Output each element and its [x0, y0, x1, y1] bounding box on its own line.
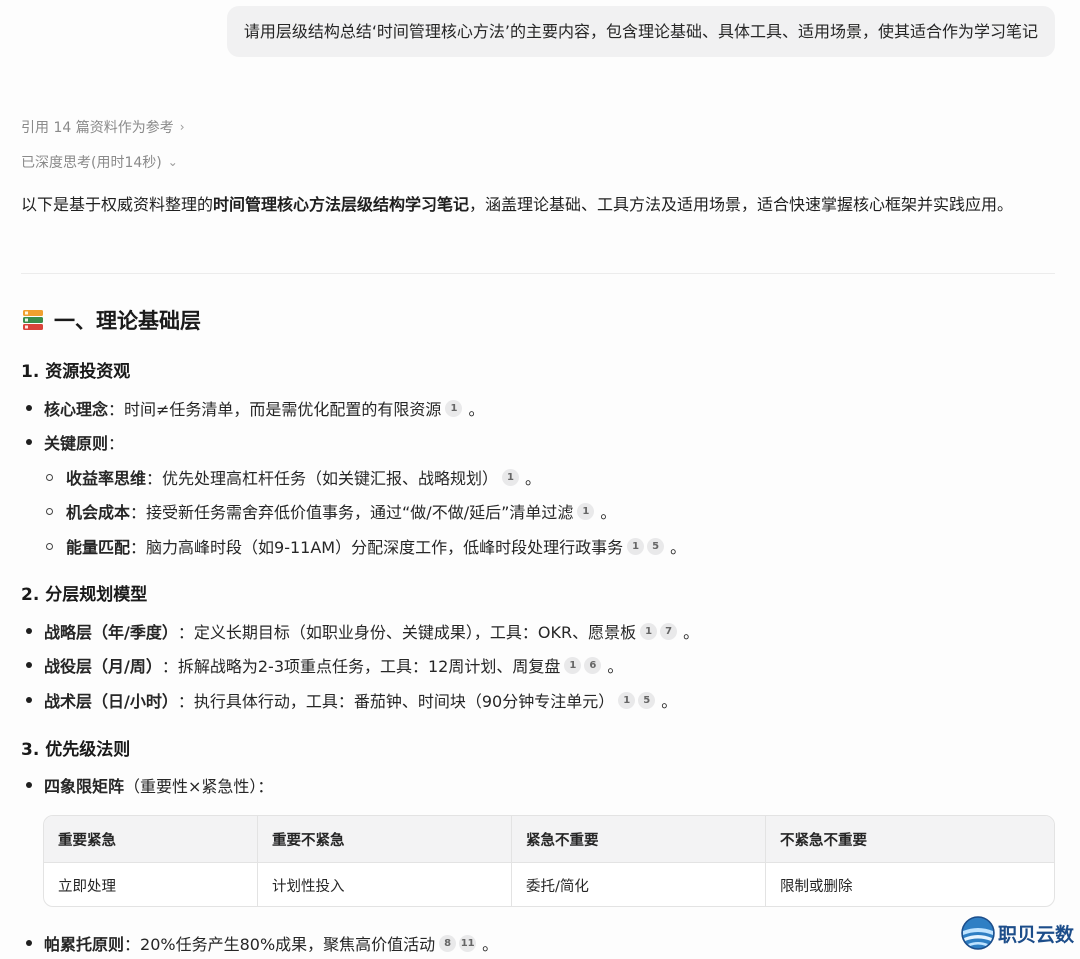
- bullet: [26, 782, 32, 788]
- item-text: ：接受新任务需舍弃低价值事务，通过“做/不做/延后”清单过滤: [130, 503, 574, 522]
- list-item: 战术层（日/小时） ：执行具体行动，工具：番茄钟、时间块（90分钟专注单元） 1…: [26, 688, 677, 712]
- chat-page: 请用层级结构总结‘时间管理核心方法’的主要内容，包含理论基础、具体工具、适用场景…: [0, 0, 1080, 959]
- item-text: ：优先处理高杠杆任务（如关键汇报、战略规划）: [146, 469, 499, 488]
- list-item: 机会成本 ：接受新任务需舍弃低价值事务，通过“做/不做/延后”清单过滤 1 。: [46, 499, 616, 523]
- books-icon: [23, 310, 43, 330]
- table-header-cell: 重要紧急: [44, 816, 258, 862]
- intro-text: 以下是基于权威资料整理的: [21, 195, 214, 214]
- item-end: 。: [670, 538, 687, 557]
- citation-badge[interactable]: 1: [564, 656, 582, 674]
- watermark-logo: 职贝云数: [960, 915, 1074, 951]
- bullet: [46, 542, 53, 550]
- item-label: 战略层（年/季度）: [44, 623, 178, 642]
- item-text: ：脑力高峰时段（如9-11AM）分配深度工作，低峰时段处理行政事务: [130, 538, 624, 557]
- table-cell: 计划性投入: [258, 863, 512, 906]
- citation-badge[interactable]: 1: [577, 502, 595, 520]
- citation-badge[interactable]: 6: [584, 656, 602, 674]
- list-item: 帕累托原则 ：20%任务产生80%成果，聚焦高价值活动 8 11 。: [26, 931, 498, 955]
- intro-paragraph: 以下是基于权威资料整理的时间管理核心方法层级结构学习笔记，涵盖理论基础、工具方法…: [21, 189, 1061, 220]
- bullet: [26, 439, 32, 445]
- citation-badge[interactable]: 1: [627, 537, 645, 555]
- table-cell: 限制或删除: [780, 879, 853, 895]
- table-row: 立即处理 计划性投入 委托/简化 限制或删除: [44, 862, 1054, 906]
- bullet: [26, 697, 32, 703]
- list-item: 关键原则 ：: [26, 430, 124, 454]
- subsection-title: 3. 优先级法则: [21, 740, 131, 760]
- item-text: ：定义长期目标（如职业身份、关键成果），工具：OKR、愿景板: [177, 623, 637, 642]
- table-header-cell: 不紧急不重要: [780, 832, 867, 849]
- references-toggle[interactable]: 引用 14 篇资料作为参考 ›: [21, 117, 185, 137]
- citation-badge[interactable]: 11: [459, 934, 477, 952]
- item-label: 能量匹配: [66, 538, 131, 557]
- subsection-title: 2. 分层规划模型: [21, 585, 148, 605]
- item-text: ：20%任务产生80%成果，聚焦高价值活动: [124, 935, 436, 954]
- item-label: 关键原则: [44, 434, 109, 453]
- list-item: 战略层（年/季度） ：定义长期目标（如职业身份、关键成果），工具：OKR、愿景板…: [26, 619, 699, 643]
- watermark-text: 职贝云数: [997, 923, 1074, 946]
- item-text: （重要性×紧急性）：: [124, 777, 274, 796]
- list-item: 能量匹配 ：脑力高峰时段（如9-11AM）分配深度工作，低峰时段处理行政事务 1…: [46, 534, 686, 558]
- bullet: [46, 473, 53, 481]
- citation-badge[interactable]: 1: [640, 622, 658, 640]
- citation-badge[interactable]: 8: [439, 934, 457, 952]
- item-label: 机会成本: [66, 503, 131, 522]
- item-end: 。: [607, 657, 624, 676]
- item-text: ：执行具体行动，工具：番茄钟、时间块（90分钟专注单元）: [177, 692, 615, 711]
- subsection-title: 1. 资源投资观: [21, 362, 131, 382]
- references-label: 引用 14 篇资料作为参考: [21, 120, 174, 136]
- item-label: 四象限矩阵: [44, 777, 125, 796]
- citation-badge[interactable]: 5: [647, 537, 665, 555]
- chevron-down-icon: ⌄: [167, 155, 178, 169]
- item-end: 。: [661, 692, 678, 711]
- bullet: [26, 405, 32, 411]
- item-end: 。: [468, 400, 485, 419]
- intro-bold: 时间管理核心方法层级结构学习笔记: [213, 195, 470, 214]
- item-label: 帕累托原则: [44, 935, 125, 954]
- deep-think-label: 已深度思考(用时14秒): [21, 155, 162, 171]
- citation-badge[interactable]: 1: [618, 691, 636, 709]
- user-message-bubble: 请用层级结构总结‘时间管理核心方法’的主要内容，包含理论基础、具体工具、适用场景…: [226, 6, 1055, 57]
- bullet: [26, 628, 32, 634]
- item-end: 。: [600, 503, 617, 522]
- item-text: ：: [108, 434, 125, 453]
- bullet: [26, 940, 32, 946]
- citation-badge[interactable]: 5: [638, 691, 656, 709]
- table-header-row: 重要紧急 重要不紧急 紧急不重要 不紧急不重要: [44, 816, 1054, 862]
- list-item: 核心理念 ：时间≠任务清单，而是需优化配置的有限资源 1 。: [26, 396, 484, 420]
- table-header-cell: 重要不紧急: [258, 816, 512, 862]
- item-end: 。: [482, 935, 499, 954]
- chevron-right-icon: ›: [179, 120, 185, 134]
- section-title: 一、理论基础层: [54, 309, 201, 333]
- item-label: 战役层（月/周）: [44, 657, 162, 676]
- table-cell: 立即处理: [44, 863, 258, 906]
- bullet: [46, 507, 53, 515]
- citation-badge[interactable]: 7: [660, 622, 678, 640]
- item-end: 。: [683, 623, 700, 642]
- list-item: 四象限矩阵 （重要性×紧急性）：: [26, 773, 273, 797]
- deep-think-toggle[interactable]: 已深度思考(用时14秒) ⌄: [21, 152, 178, 172]
- divider: [21, 273, 1055, 274]
- citation-badge[interactable]: 1: [445, 399, 463, 417]
- table-header-cell: 紧急不重要: [512, 816, 766, 862]
- table-cell: 委托/简化: [512, 863, 766, 906]
- item-text: ：时间≠任务清单，而是需优化配置的有限资源: [108, 400, 442, 419]
- item-label: 核心理念: [44, 400, 109, 419]
- item-label: 战术层（日/小时）: [44, 692, 178, 711]
- citation-badge[interactable]: 1: [502, 468, 520, 486]
- item-text: ：拆解战略为2-3项重点任务，工具：12周计划、周复盘: [161, 657, 561, 676]
- globe-logo-icon: [961, 916, 995, 950]
- intro-text-end: ，涵盖理论基础、工具方法及适用场景，适合快速掌握核心框架并实践应用。: [469, 195, 1014, 214]
- item-end: 。: [525, 469, 542, 488]
- section-heading: 一、理论基础层: [21, 305, 201, 335]
- bullet: [26, 662, 32, 668]
- item-label: 收益率思维: [66, 469, 147, 488]
- list-item: 战役层（月/周） ：拆解战略为2-3项重点任务，工具：12周计划、周复盘 1 6…: [26, 653, 623, 677]
- list-item: 收益率思维 ：优先处理高杠杆任务（如关键汇报、战略规划） 1 。: [46, 465, 541, 489]
- priority-matrix-table: 重要紧急 重要不紧急 紧急不重要 不紧急不重要 立即处理 计划性投入 委托/简化…: [43, 815, 1055, 907]
